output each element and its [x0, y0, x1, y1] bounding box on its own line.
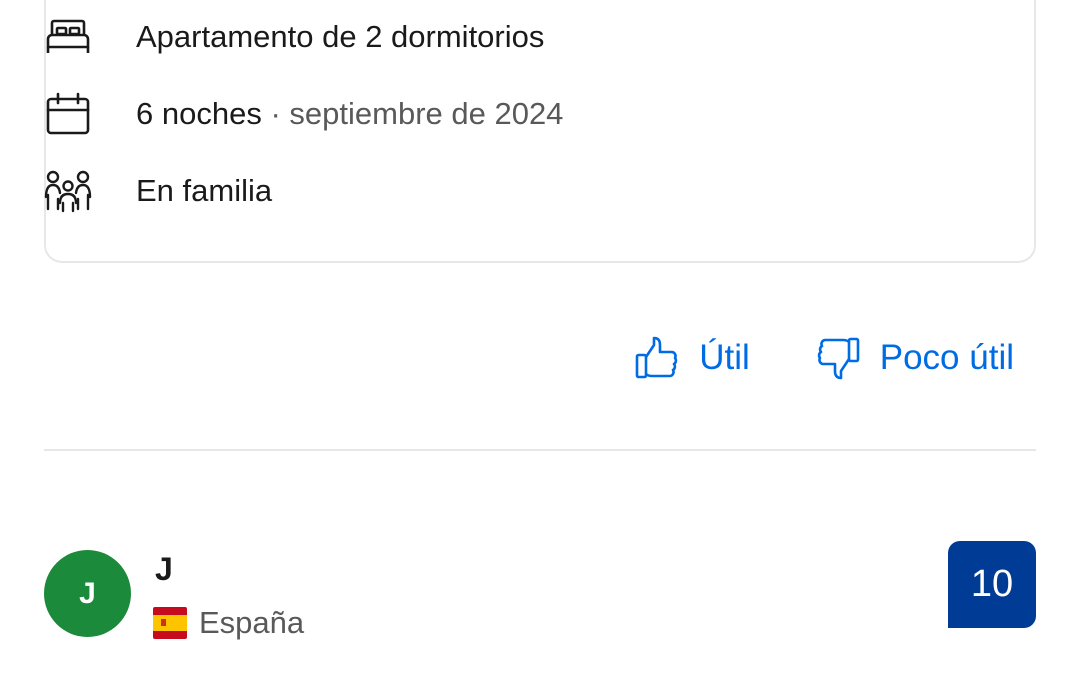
- room-type-text: Apartamento de 2 dormitorios: [136, 19, 545, 54]
- review-page: Apartamento de 2 dormitorios 6 noches · …: [0, 0, 1080, 700]
- helpful-label: Útil: [699, 338, 750, 377]
- room-type-row: Apartamento de 2 dormitorios: [44, 15, 544, 59]
- stay-duration-row: 6 noches · septiembre de 2024: [44, 92, 563, 136]
- avatar: J: [44, 550, 131, 637]
- thumbs-down-icon: [814, 334, 862, 382]
- nights-text: 6 noches: [136, 96, 262, 131]
- helpful-button[interactable]: Útil: [633, 330, 750, 386]
- reviewer-country: España: [153, 603, 304, 643]
- traveler-type-row: En familia: [44, 169, 272, 213]
- calendar-icon: [44, 92, 92, 136]
- separator-dot: ·: [270, 96, 281, 131]
- reviewer-name: J: [155, 551, 173, 587]
- not-helpful-label: Poco útil: [879, 338, 1014, 377]
- stay-date-text: septiembre de 2024: [289, 96, 564, 131]
- family-icon: [44, 169, 92, 213]
- traveler-type-text: En familia: [136, 173, 273, 208]
- review-feedback: Útil Poco útil: [633, 330, 1014, 386]
- section-divider: [44, 449, 1036, 451]
- not-helpful-button[interactable]: Poco útil: [814, 330, 1014, 386]
- review-score-badge: 10: [948, 541, 1036, 628]
- country-name: España: [199, 605, 305, 640]
- spain-flag-icon: [153, 606, 187, 640]
- bed-icon: [44, 15, 92, 59]
- thumbs-up-icon: [633, 334, 681, 382]
